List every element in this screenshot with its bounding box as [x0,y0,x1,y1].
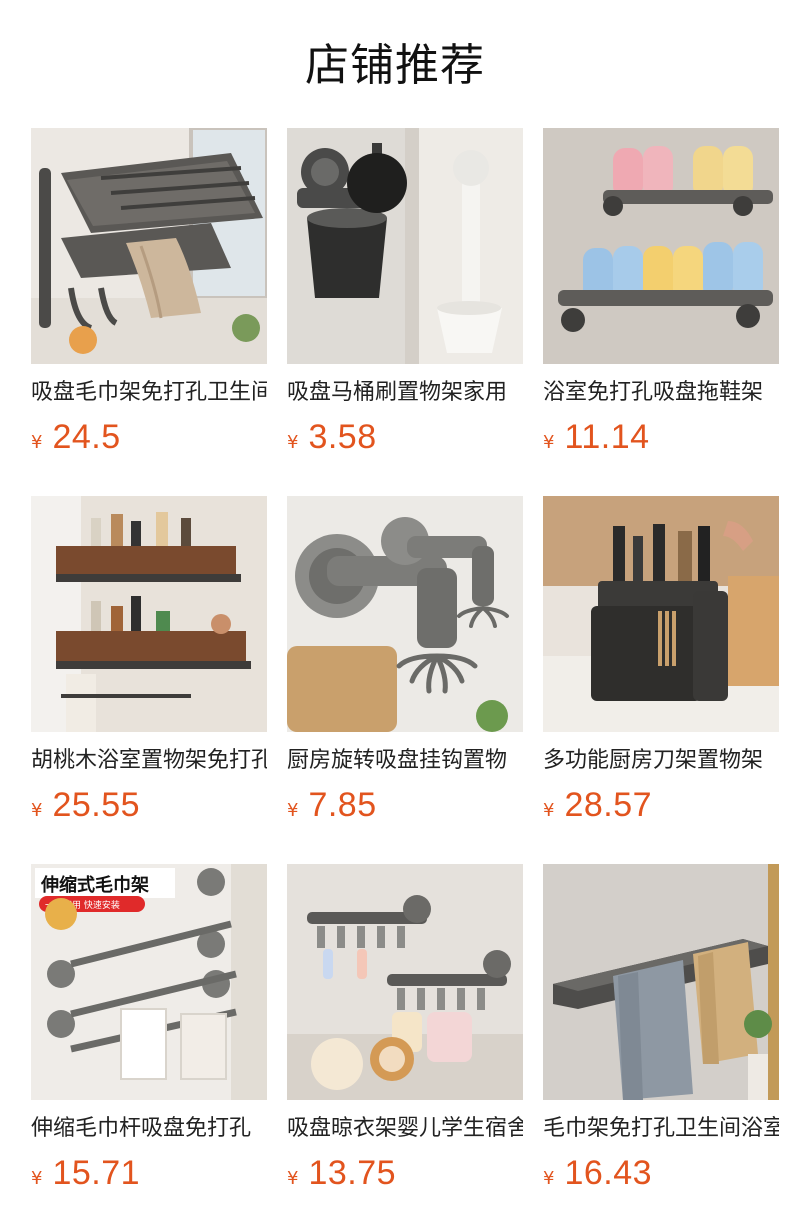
towel-bar-image[interactable] [543,864,779,1100]
product-price: 24.5 [52,418,121,456]
product-price: 11.14 [564,418,650,456]
currency-symbol: ¥ [543,800,555,821]
currency-symbol: ¥ [543,432,555,453]
product-name[interactable]: 毛巾架免打孔卫生间浴室 [543,1114,779,1144]
currency-symbol: ¥ [31,1168,43,1189]
price-row: ¥ 7.85 [287,786,377,826]
currency-symbol: ¥ [31,800,43,821]
product-name[interactable]: 多功能厨房刀架置物架 [543,746,779,776]
clothes-drying-rack-image[interactable] [287,864,523,1100]
price-row: ¥ 28.57 [543,786,652,826]
product-price: 15.71 [52,1154,141,1192]
price-row: ¥ 15.71 [31,1154,140,1194]
product-card[interactable]: 毛巾架免打孔卫生间浴室 ¥ 16.43 [543,864,779,1232]
product-price: 16.43 [564,1154,653,1192]
product-price: 28.57 [564,786,653,824]
product-name[interactable]: 吸盘毛巾架免打孔卫生间 [31,378,267,408]
product-name[interactable]: 胡桃木浴室置物架免打孔 [31,746,267,776]
slipper-rack-image[interactable] [543,128,779,364]
product-name[interactable]: 厨房旋转吸盘挂钩置物 [287,746,523,776]
price-row: ¥ 13.75 [287,1154,396,1194]
toilet-brush-holder-image[interactable] [287,128,523,364]
product-card[interactable]: 浴室免打孔吸盘拖鞋架 ¥ 11.14 [543,128,779,496]
currency-symbol: ¥ [543,1168,555,1189]
rotating-hook-image[interactable] [287,496,523,732]
folding-towel-rack-image[interactable] [31,128,267,364]
currency-symbol: ¥ [287,800,299,821]
product-price: 13.75 [308,1154,397,1192]
product-card[interactable]: 吸盘毛巾架免打孔卫生间 ¥ 24.5 [31,128,267,496]
product-card[interactable]: 吸盘晾衣架婴儿学生宿舍 ¥ 13.75 [287,864,523,1232]
product-card[interactable]: 胡桃木浴室置物架免打孔 ¥ 25.55 [31,496,267,864]
price-row: ¥ 25.55 [31,786,140,826]
price-row: ¥ 3.58 [287,418,377,458]
telescopic-towel-bar-image[interactable]: 伸缩式毛巾架 一吸即用 快速安装 [31,864,267,1100]
product-card[interactable]: 多功能厨房刀架置物架 ¥ 28.57 [543,496,779,864]
product-price: 3.58 [308,418,377,456]
currency-symbol: ¥ [31,432,43,453]
product-name[interactable]: 吸盘晾衣架婴儿学生宿舍 [287,1114,523,1144]
product-price: 25.55 [52,786,141,824]
product-card[interactable]: 吸盘马桶刷置物架家用 ¥ 3.58 [287,128,523,496]
product-card[interactable]: 伸缩式毛巾架 一吸即用 快速安装 伸缩毛巾杆吸盘免打孔 ¥ 15.71 [31,864,267,1232]
walnut-shelf-image[interactable] [31,496,267,732]
product-name[interactable]: 伸缩毛巾杆吸盘免打孔 [31,1114,267,1144]
product-price: 7.85 [308,786,377,824]
price-row: ¥ 24.5 [31,418,121,458]
page-title: 店铺推荐 [305,40,485,91]
price-row: ¥ 11.14 [543,418,650,458]
product-name[interactable]: 吸盘马桶刷置物架家用 [287,378,523,408]
currency-symbol: ¥ [287,432,299,453]
product-grid: 吸盘毛巾架免打孔卫生间 ¥ 24.5 吸盘马桶刷置物架家用 ¥ 3.58 浴室免… [31,128,779,1232]
product-name[interactable]: 浴室免打孔吸盘拖鞋架 [543,378,779,408]
badge-title: 伸缩式毛巾架 [40,874,149,896]
product-card[interactable]: 厨房旋转吸盘挂钩置物 ¥ 7.85 [287,496,523,864]
knife-block-image[interactable] [543,496,779,732]
currency-symbol: ¥ [287,1168,299,1189]
price-row: ¥ 16.43 [543,1154,652,1194]
